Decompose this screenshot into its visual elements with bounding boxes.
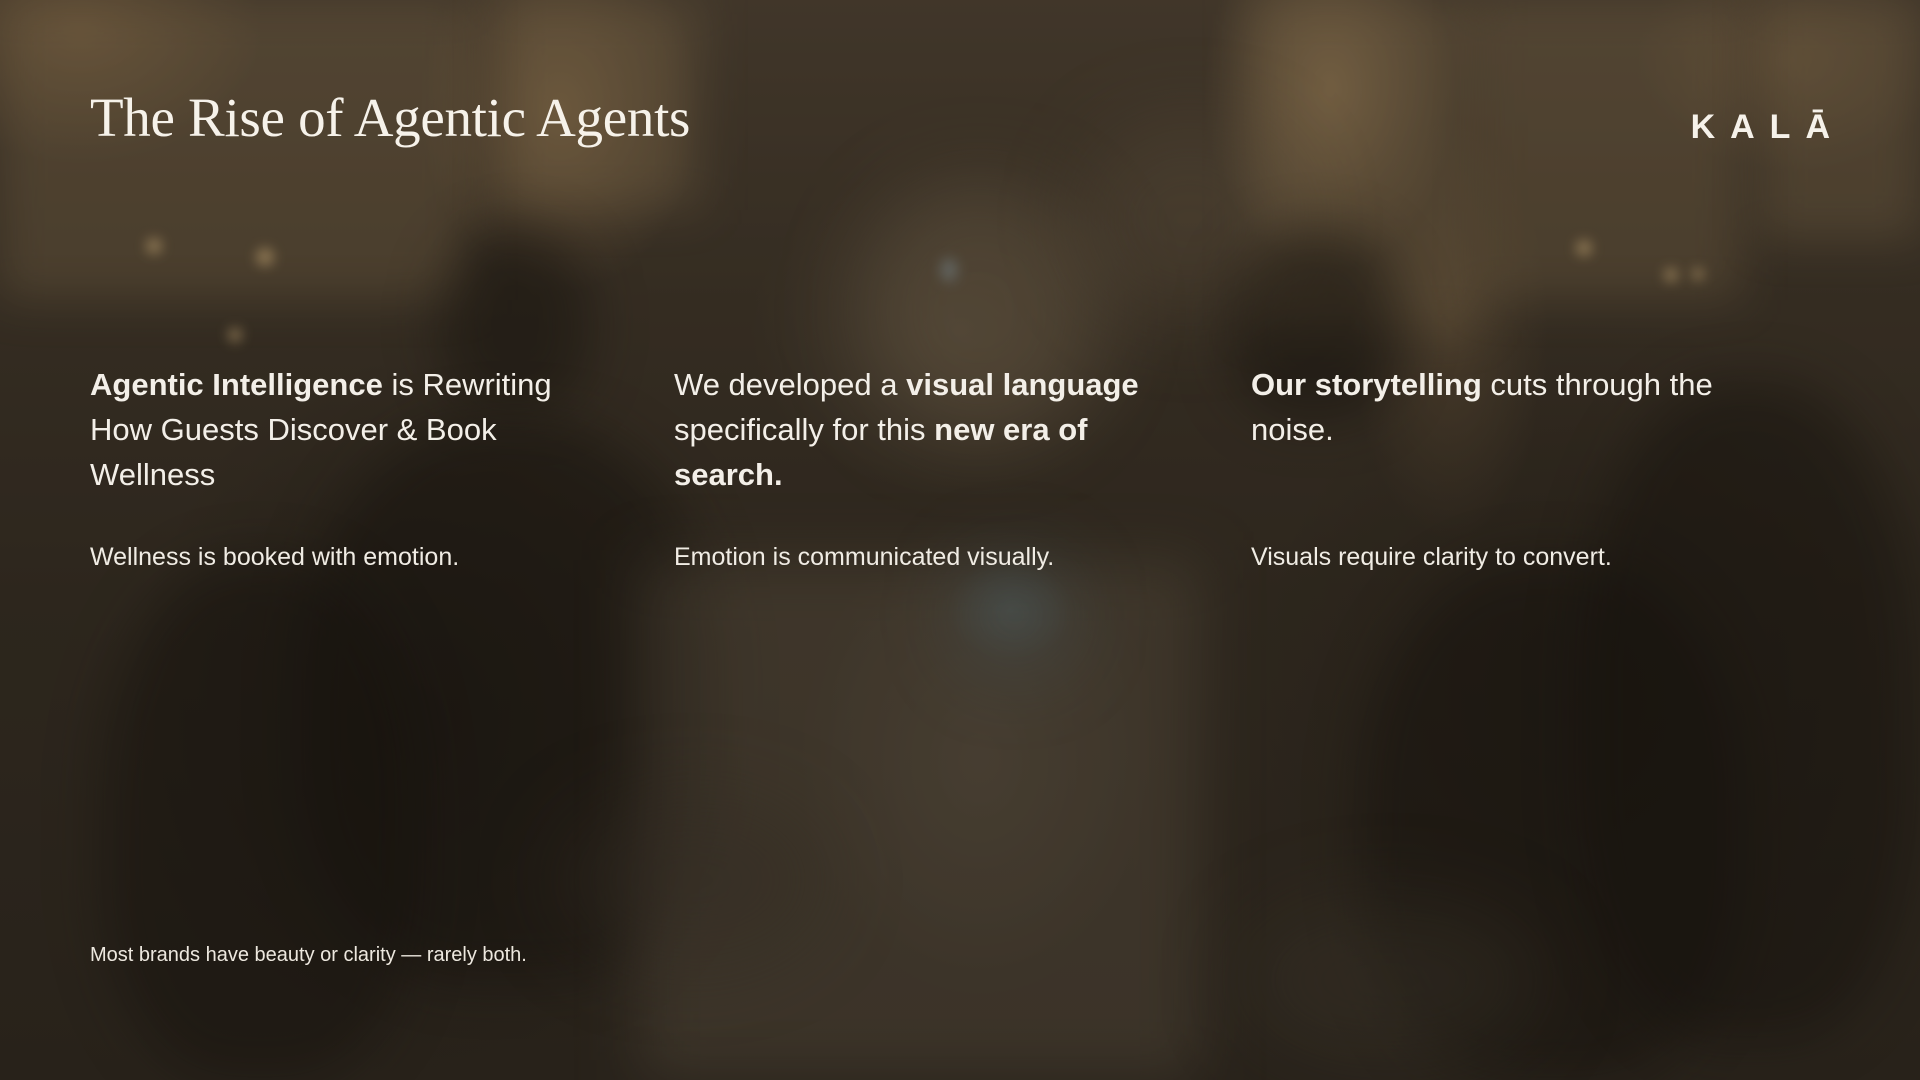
slide: The Rise of Agentic Agents KALĀ Agentic … [0, 0, 1920, 1080]
column-subtext: Wellness is booked with emotion. [90, 543, 460, 571]
column-3: Our storytelling cuts through the noise.… [1251, 362, 1721, 571]
slide-title: The Rise of Agentic Agents [90, 87, 691, 148]
headline-text: We developed a [674, 367, 907, 402]
column-subtext: Emotion is communicated visually. [674, 543, 1055, 571]
column-headline: We developed a visual language specifica… [674, 362, 1144, 497]
headline-emphasis: Agentic Intelligence [90, 367, 383, 402]
headline-text: specifically for this [674, 412, 935, 447]
column-2: We developed a visual language specifica… [674, 362, 1144, 571]
brand-logo: KALĀ [1690, 108, 1845, 146]
headline-emphasis: visual language [906, 367, 1139, 402]
background-overlay [0, 0, 1920, 1080]
column-1: Agentic Intelligence is Rewriting How Gu… [90, 362, 560, 571]
headline-emphasis: Our storytelling [1251, 367, 1482, 402]
footer-note: Most brands have beauty or clarity — rar… [90, 944, 527, 966]
column-subtext: Visuals require clarity to convert. [1251, 543, 1612, 571]
column-headline: Agentic Intelligence is Rewriting How Gu… [90, 362, 560, 497]
column-headline: Our storytelling cuts through the noise. [1251, 362, 1721, 452]
